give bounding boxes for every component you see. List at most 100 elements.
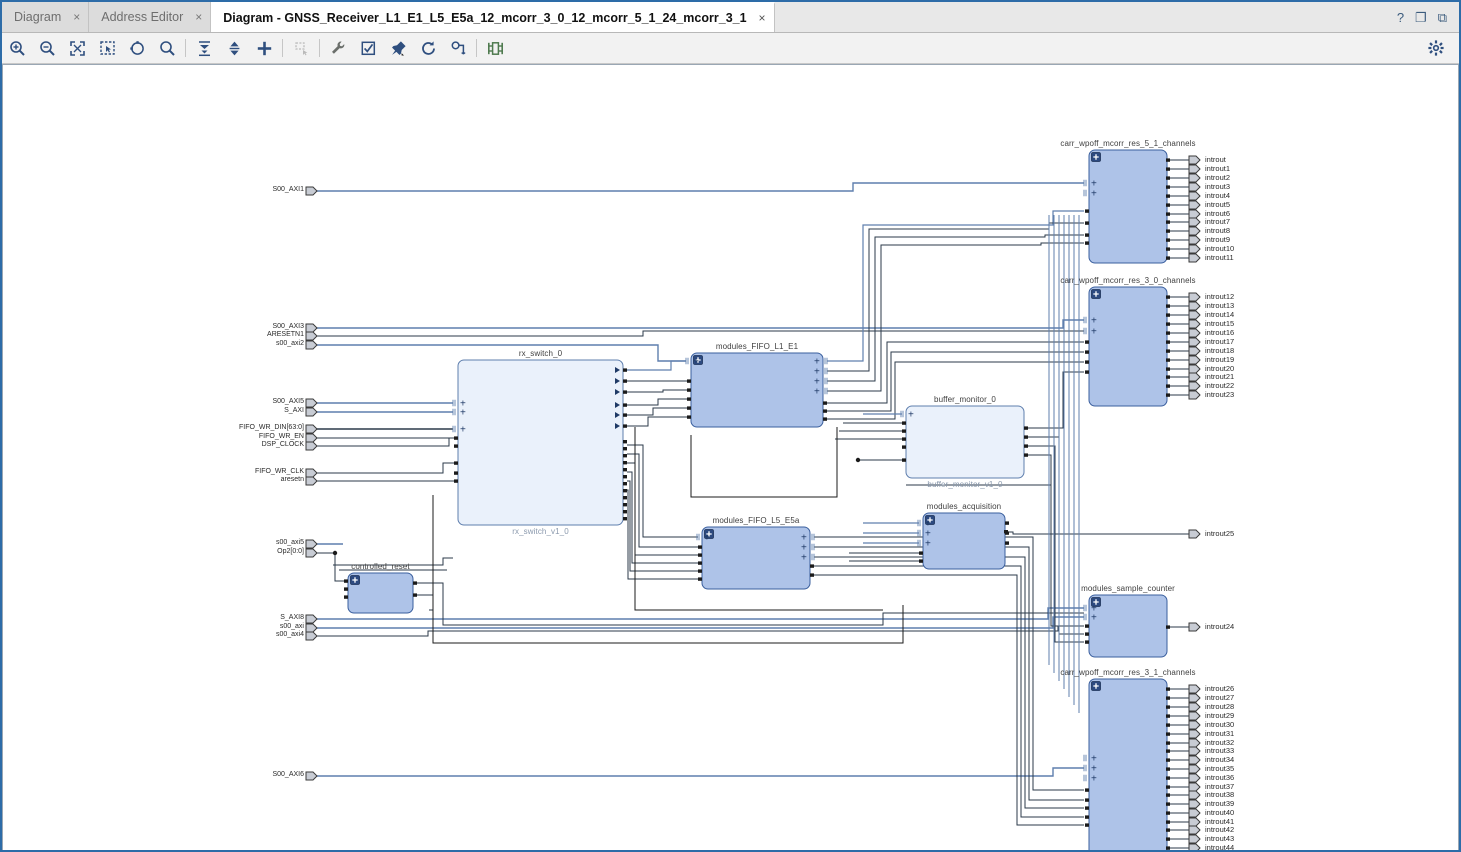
maximize-button[interactable]: ⧉ [1438, 11, 1447, 24]
input-port[interactable] [305, 424, 318, 434]
output-port[interactable] [1188, 319, 1201, 329]
search-icon[interactable] [152, 34, 182, 62]
output-port-label: introut9 [1205, 235, 1231, 244]
block-carr_wpoff_mcorr_res_5_1_channels[interactable] [1088, 149, 1168, 264]
output-port[interactable] [1188, 235, 1201, 245]
output-port[interactable] [1188, 292, 1201, 302]
pin-icon[interactable] [383, 34, 413, 62]
output-port[interactable] [1188, 790, 1201, 800]
input-port[interactable] [305, 631, 318, 641]
output-port[interactable] [1188, 173, 1201, 183]
input-port[interactable] [305, 441, 318, 451]
block-design-canvas[interactable]: + + + + + + + + + + + + + + + + + + + + + + + + + S00_AXI1 S00_AX… [2, 64, 1459, 852]
block-carr_wpoff_mcorr_res_3_0_channels[interactable] [1088, 286, 1168, 407]
output-port[interactable] [1188, 764, 1201, 774]
input-port[interactable] [305, 323, 318, 333]
optimize-routing-icon[interactable] [443, 34, 473, 62]
input-port[interactable] [305, 468, 318, 478]
input-port[interactable] [305, 340, 318, 350]
input-port[interactable] [305, 331, 318, 341]
hierarchy-icon[interactable] [480, 34, 510, 62]
output-port[interactable] [1188, 738, 1201, 748]
tab-diagram[interactable]: Diagram × [2, 2, 90, 32]
output-port[interactable] [1188, 746, 1201, 756]
output-port[interactable] [1188, 164, 1201, 174]
block-modules_acquisition[interactable] [922, 512, 1006, 570]
input-port[interactable] [305, 186, 318, 196]
run-connection-automation-icon[interactable] [323, 34, 353, 62]
block-modules_FIFO_L1_E1[interactable] [690, 352, 824, 428]
block-modules_FIFO_L5_E5a[interactable] [701, 526, 811, 590]
validate-design-icon[interactable] [353, 34, 383, 62]
block-carr_wpoff_mcorr_res_3_1_channels[interactable] [1088, 678, 1168, 852]
output-port[interactable] [1188, 702, 1201, 712]
output-port[interactable] [1188, 226, 1201, 236]
output-port[interactable] [1188, 200, 1201, 210]
block-buffer_monitor_0[interactable] [905, 405, 1025, 479]
input-port[interactable] [305, 771, 318, 781]
input-port[interactable] [305, 398, 318, 408]
output-port[interactable] [1188, 782, 1201, 792]
output-port[interactable] [1188, 693, 1201, 703]
output-port[interactable] [1188, 191, 1201, 201]
output-port[interactable] [1188, 720, 1201, 730]
tab-close-icon[interactable]: × [195, 10, 202, 24]
input-port[interactable] [305, 539, 318, 549]
output-port[interactable] [1188, 217, 1201, 227]
input-port[interactable] [305, 407, 318, 417]
output-port[interactable] [1188, 755, 1201, 765]
block-controlled_reset[interactable] [347, 572, 414, 614]
output-port[interactable] [1188, 622, 1201, 632]
zoom-fit-icon[interactable] [62, 34, 92, 62]
output-port[interactable] [1188, 209, 1201, 219]
regenerate-layout-icon[interactable] [413, 34, 443, 62]
output-port[interactable] [1188, 390, 1201, 400]
output-port[interactable] [1188, 155, 1201, 165]
output-port[interactable] [1188, 328, 1201, 338]
output-port[interactable] [1188, 843, 1201, 852]
input-port[interactable] [305, 476, 318, 486]
input-port[interactable] [305, 548, 318, 558]
output-port[interactable] [1188, 808, 1201, 818]
restore-button[interactable]: ❐ [1415, 11, 1427, 24]
output-port[interactable] [1188, 799, 1201, 809]
output-port[interactable] [1188, 834, 1201, 844]
output-port[interactable] [1188, 364, 1201, 374]
zoom-out-icon[interactable] [32, 34, 62, 62]
output-port[interactable] [1188, 253, 1201, 263]
help-button[interactable]: ? [1397, 11, 1404, 24]
block-modules_sample_counter[interactable] [1088, 594, 1168, 658]
expand-all-icon[interactable] [219, 34, 249, 62]
output-port[interactable] [1188, 355, 1201, 365]
tab-close-icon[interactable]: × [73, 10, 80, 24]
tab-address-editor[interactable]: Address Editor × [89, 2, 212, 32]
block-rx_switch_0[interactable] [457, 359, 624, 526]
input-port[interactable] [305, 433, 318, 443]
collapse-all-icon[interactable] [189, 34, 219, 62]
output-port[interactable] [1188, 310, 1201, 320]
zoom-area-icon[interactable] [92, 34, 122, 62]
output-port[interactable] [1188, 817, 1201, 827]
output-port[interactable] [1188, 301, 1201, 311]
output-port[interactable] [1188, 337, 1201, 347]
output-port[interactable] [1188, 372, 1201, 382]
input-port[interactable] [305, 623, 318, 633]
tab-diagram-gnss-receiver[interactable]: Diagram - GNSS_Receiver_L1_E1_L5_E5a_12_… [211, 2, 775, 32]
output-port[interactable] [1188, 729, 1201, 739]
output-port[interactable] [1188, 684, 1201, 694]
output-port[interactable] [1188, 529, 1201, 539]
input-port[interactable] [305, 614, 318, 624]
settings-gear-icon[interactable] [1421, 34, 1451, 62]
tab-close-icon[interactable]: × [759, 11, 766, 25]
output-port[interactable] [1188, 825, 1201, 835]
output-port[interactable] [1188, 773, 1201, 783]
refresh-layout-icon[interactable] [122, 34, 152, 62]
input-port-label: ARESETN1 [267, 331, 304, 338]
output-port[interactable] [1188, 346, 1201, 356]
add-ip-icon[interactable] [249, 34, 279, 62]
output-port[interactable] [1188, 244, 1201, 254]
output-port[interactable] [1188, 182, 1201, 192]
output-port[interactable] [1188, 711, 1201, 721]
output-port[interactable] [1188, 381, 1201, 391]
zoom-in-icon[interactable] [2, 34, 32, 62]
